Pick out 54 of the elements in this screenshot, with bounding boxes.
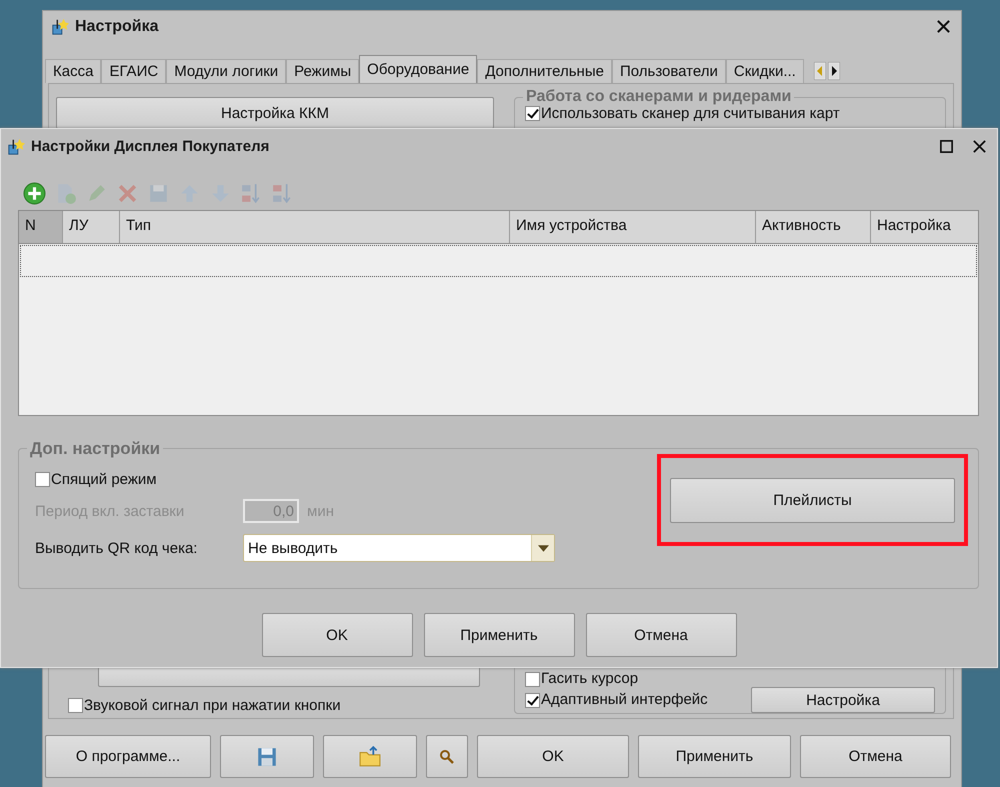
column-header[interactable]: Активность bbox=[756, 211, 871, 243]
checkbox-label: Гасить курсор bbox=[541, 671, 638, 687]
open-folder-button[interactable] bbox=[323, 735, 417, 778]
checkbox[interactable] bbox=[68, 698, 83, 713]
dialog-button[interactable]: Отмена bbox=[800, 735, 951, 778]
app-icon bbox=[7, 138, 25, 156]
app-icon bbox=[51, 18, 69, 36]
checkbox-label: Спящий режим bbox=[51, 471, 157, 488]
table-row[interactable] bbox=[20, 245, 977, 277]
scroll-right-icon[interactable] bbox=[828, 62, 840, 80]
caret-icon bbox=[538, 544, 548, 552]
checkbox-label: Адаптивный интерфейс bbox=[541, 692, 708, 708]
field-label: Выводить QR код чека: bbox=[35, 540, 198, 556]
window-title: Настройки Дисплея Покупателя bbox=[31, 138, 270, 155]
dialog-button[interactable]: О программе... bbox=[45, 735, 211, 778]
dialog-button[interactable]: Отмена bbox=[586, 613, 736, 657]
kkm-settings-button[interactable]: Настройка ККМ bbox=[56, 97, 494, 129]
tab[interactable]: Оборудование bbox=[359, 55, 478, 83]
dialog-button[interactable]: Применить bbox=[424, 613, 574, 657]
group-title: Работа со сканерами и ридерами bbox=[523, 88, 794, 106]
playlists-button[interactable]: Плейлисты bbox=[670, 478, 955, 522]
maximize-icon[interactable] bbox=[939, 139, 954, 154]
tab[interactable]: ЕГАИС bbox=[101, 59, 166, 83]
folder-arrow-icon bbox=[359, 746, 381, 768]
checkbox-label: Использовать сканер для считывания карт bbox=[541, 105, 840, 122]
tab[interactable]: Касса bbox=[45, 59, 102, 83]
checkbox-label: Звуковой сигнал при нажатии кнопки bbox=[84, 697, 341, 714]
add-icon[interactable] bbox=[23, 182, 46, 204]
tab[interactable]: Режимы bbox=[286, 59, 360, 83]
settings-button[interactable]: Настройка bbox=[751, 687, 935, 713]
column-header[interactable]: Настройка bbox=[871, 211, 978, 243]
dialog-button[interactable]: OK bbox=[477, 735, 629, 778]
checkbox[interactable] bbox=[35, 472, 50, 487]
dialog-button[interactable]: Применить bbox=[638, 735, 791, 778]
dialog-button[interactable]: OK bbox=[262, 613, 412, 657]
save-button[interactable] bbox=[220, 735, 314, 778]
column-header[interactable]: Имя устройства bbox=[510, 211, 756, 243]
tab[interactable]: Скидки... bbox=[726, 59, 804, 83]
window-title: Настройка bbox=[75, 18, 160, 36]
group-title: Доп. настройки bbox=[27, 439, 164, 459]
checkbox[interactable] bbox=[525, 106, 540, 121]
tab[interactable]: Модули логики bbox=[166, 59, 286, 83]
checkbox[interactable] bbox=[525, 672, 540, 686]
column-header[interactable]: Тип bbox=[120, 211, 510, 243]
dropdown[interactable]: Не выводить bbox=[243, 534, 555, 562]
close-icon[interactable] bbox=[972, 139, 987, 154]
column-header[interactable]: ЛУ bbox=[63, 211, 120, 243]
search-button[interactable] bbox=[426, 735, 468, 778]
tab[interactable]: Пользователи bbox=[612, 59, 726, 83]
checkbox[interactable] bbox=[525, 692, 540, 708]
close-icon[interactable] bbox=[936, 19, 951, 34]
search-icon bbox=[439, 748, 455, 764]
column-header[interactable]: N bbox=[19, 211, 63, 243]
tab[interactable]: Дополнительные bbox=[477, 59, 612, 83]
